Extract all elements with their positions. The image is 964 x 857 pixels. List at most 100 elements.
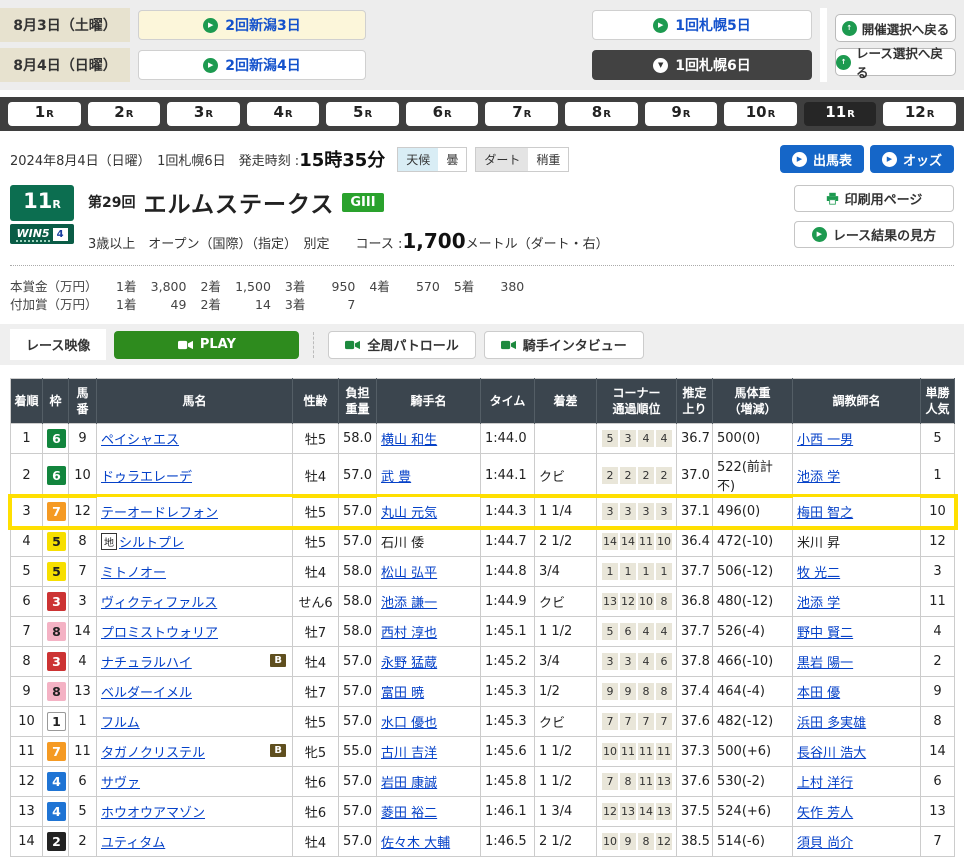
- link-sapporo-day5[interactable]: ▶1回札幌5日: [592, 10, 812, 40]
- horse-link[interactable]: ドゥラエレーデ: [101, 470, 192, 485]
- result-row: 3712テーオードレフォン牡557.0丸山 元気1:44.31 1/433333…: [11, 497, 955, 527]
- prize-amount: 49: [136, 297, 186, 312]
- trainer-link[interactable]: 黒岩 陽一: [797, 656, 853, 671]
- prize-rank-label: 5着: [454, 279, 474, 294]
- trainer-cell: 池添 学: [793, 587, 921, 617]
- surface-label: ダート: [476, 148, 528, 171]
- jockey-link[interactable]: 武 豊: [381, 470, 411, 485]
- jockey-link[interactable]: 池添 謙一: [381, 596, 437, 611]
- race-tab-9r[interactable]: 9R: [645, 102, 718, 126]
- column-header: 着差: [535, 379, 597, 424]
- win-popularity: 10: [921, 497, 955, 527]
- trainer-link[interactable]: 池添 学: [797, 470, 840, 485]
- race-tab-1r[interactable]: 1R: [8, 102, 81, 126]
- race-tab-10r[interactable]: 10R: [724, 102, 797, 126]
- corner-position: 10: [602, 743, 618, 760]
- jockey-link[interactable]: 菱田 裕二: [381, 806, 437, 821]
- race-tab-8r[interactable]: 8R: [565, 102, 638, 126]
- trainer-link[interactable]: 池添 学: [797, 596, 840, 611]
- race-tab-5r[interactable]: 5R: [326, 102, 399, 126]
- race-results-table: 着順枠馬番馬名性齢負担重量騎手名タイム着差コーナー通過順位推定上り馬体重（増減）…: [10, 378, 955, 857]
- jockey-link[interactable]: 水口 優也: [381, 716, 437, 731]
- carried-weight: 57.0: [339, 767, 377, 797]
- horse-link[interactable]: ユティタム: [101, 836, 165, 851]
- horse-link[interactable]: ベルダーイメル: [101, 686, 192, 701]
- jockey-link[interactable]: 西村 淳也: [381, 626, 437, 641]
- horse-link[interactable]: ペイシャエス: [101, 433, 179, 448]
- trainer-cell: 須貝 尚介: [793, 827, 921, 857]
- horse-link[interactable]: ミトノオー: [101, 566, 166, 581]
- race-tab-4r[interactable]: 4R: [247, 102, 320, 126]
- print-page-button[interactable]: 印刷用ページ: [794, 185, 954, 212]
- jockey-link[interactable]: 岩田 康誠: [381, 776, 437, 791]
- frame-number-badge: 8: [47, 622, 66, 641]
- trainer-link[interactable]: 須貝 尚介: [797, 836, 853, 851]
- trainer-link[interactable]: 野中 賢二: [797, 626, 853, 641]
- trainer-link[interactable]: 上村 洋行: [797, 776, 853, 791]
- horse-link[interactable]: タガノクリステル: [101, 746, 205, 761]
- horse-link[interactable]: サヴァ: [101, 776, 140, 791]
- horse-link[interactable]: テーオードレフォン: [101, 506, 218, 521]
- jockey-link[interactable]: 永野 猛蔵: [381, 656, 437, 671]
- frame-cell: 3: [43, 587, 69, 617]
- horse-link[interactable]: ホウオウアマゾン: [101, 806, 205, 821]
- back-to-meeting-select-button[interactable]: ↑開催選択へ戻る: [835, 14, 956, 42]
- horse-link[interactable]: シルトプレ: [119, 536, 184, 551]
- jockey-link[interactable]: 古川 吉洋: [381, 746, 437, 761]
- odds-button[interactable]: ▶オッズ: [870, 145, 954, 173]
- patrol-video-button[interactable]: 全周パトロール: [328, 331, 475, 359]
- race-tab-12r[interactable]: 12R: [883, 102, 956, 126]
- jockey-link[interactable]: 松山 弘平: [381, 566, 437, 581]
- jockey-link[interactable]: 佐々木 大輔: [381, 836, 450, 851]
- body-weight: 480(-12): [713, 587, 793, 617]
- trainer-link[interactable]: 牧 光二: [797, 566, 840, 581]
- trainer-link[interactable]: 浜田 多実雄: [797, 716, 866, 731]
- race-number: 11: [23, 191, 52, 212]
- race-tab-6r[interactable]: 6R: [406, 102, 479, 126]
- result-row: 169ペイシャエス牡558.0横山 和生1:44.0534436.7500(0)…: [11, 424, 955, 454]
- finish-position: 8: [11, 647, 43, 677]
- horse-link[interactable]: ナチュラルハイ: [101, 656, 192, 671]
- jockey-link[interactable]: 丸山 元気: [381, 506, 437, 521]
- frame-number-badge: 8: [47, 682, 66, 701]
- horse-link[interactable]: フルム: [101, 716, 140, 731]
- entry-table-button[interactable]: ▶出馬表: [780, 145, 864, 173]
- prize-amount: 7: [305, 297, 355, 312]
- win-popularity: 2: [921, 647, 955, 677]
- horse-link[interactable]: プロミストウォリア: [101, 626, 218, 641]
- corner-position: 12: [620, 593, 636, 610]
- estimated-last-3f: 36.4: [677, 527, 713, 557]
- race-tab-3r[interactable]: 3R: [167, 102, 240, 126]
- horse-link[interactable]: ヴィクティファルス: [101, 596, 217, 611]
- trainer-link[interactable]: 矢作 芳人: [797, 806, 853, 821]
- trainer-link[interactable]: 梅田 智之: [797, 506, 853, 521]
- jockey-link[interactable]: 横山 和生: [381, 433, 437, 448]
- carried-weight: 57.0: [339, 677, 377, 707]
- link-niigata-day3[interactable]: ▶2回新潟3日: [138, 10, 366, 40]
- prize-amount: 950: [305, 279, 355, 294]
- result-guide-button[interactable]: ▶レース結果の見方: [794, 221, 954, 248]
- carried-weight: 58.0: [339, 587, 377, 617]
- jockey-cell: 佐々木 大輔: [377, 827, 481, 857]
- button-label: 出馬表: [813, 150, 852, 169]
- jockey-interview-button[interactable]: 騎手インタビュー: [484, 331, 644, 359]
- back-label: レース選択へ戻る: [856, 43, 955, 81]
- trainer-link[interactable]: 本田 優: [797, 686, 840, 701]
- frame-number-badge: 3: [47, 592, 66, 611]
- trainer-link[interactable]: 小西 一男: [797, 433, 853, 448]
- race-tab-2r[interactable]: 2R: [88, 102, 161, 126]
- link-sapporo-day6-current[interactable]: ▼1回札幌6日: [592, 50, 812, 80]
- jockey-link[interactable]: 富田 暁: [381, 686, 424, 701]
- main-prize-items: 1着3,8002着1,5003着9504着5705着380: [102, 276, 524, 295]
- race-tab-7r[interactable]: 7R: [485, 102, 558, 126]
- finish-time: 1:44.1: [481, 454, 535, 497]
- arrow-right-icon: ▶: [203, 18, 218, 33]
- link-niigata-day4[interactable]: ▶2回新潟4日: [138, 50, 366, 80]
- play-video-button[interactable]: PLAY: [114, 331, 299, 359]
- body-weight: 496(0): [713, 497, 793, 527]
- race-tab-11r[interactable]: 11R: [804, 102, 877, 126]
- corner-position: 7: [656, 713, 672, 730]
- back-to-race-select-button[interactable]: ↑レース選択へ戻る: [835, 48, 956, 76]
- frame-cell: 8: [43, 617, 69, 647]
- trainer-link[interactable]: 長谷川 浩大: [797, 746, 866, 761]
